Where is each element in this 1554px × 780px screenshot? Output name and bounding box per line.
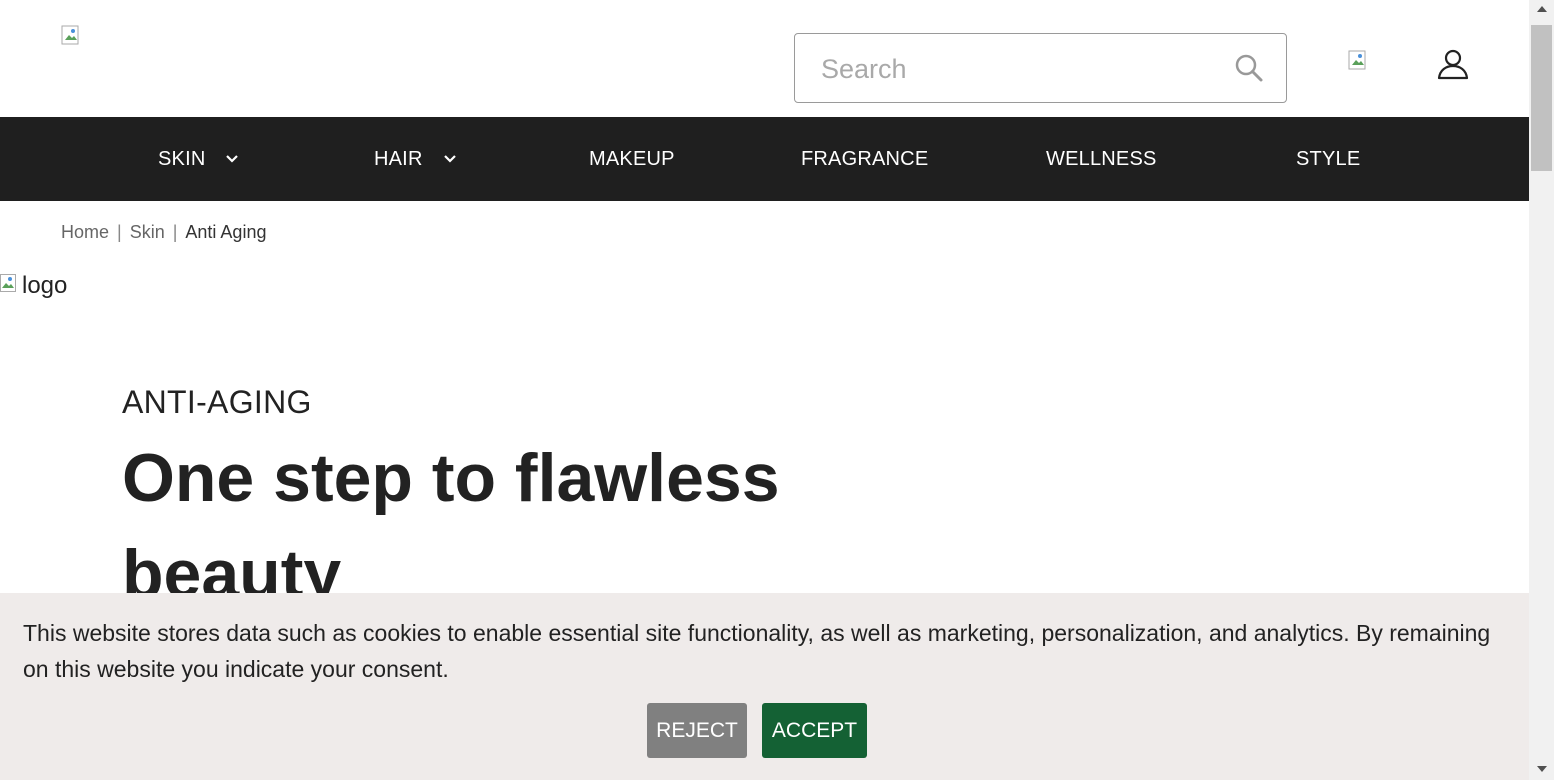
breadcrumb-separator: | xyxy=(172,222,178,242)
category-eyebrow: ANTI-AGING xyxy=(122,384,312,420)
nav-item-label: SKIN xyxy=(158,147,206,170)
nav-item-style[interactable]: STYLE xyxy=(1296,117,1360,201)
breadcrumb-skin[interactable]: Skin xyxy=(130,222,165,243)
search-input[interactable] xyxy=(819,34,1223,104)
nav-item-skin[interactable]: SKIN xyxy=(158,117,239,201)
vertical-scrollbar[interactable] xyxy=(1529,0,1554,780)
nav-item-hair[interactable]: HAIR xyxy=(374,117,457,201)
search-icon[interactable] xyxy=(1234,53,1264,83)
nav-item-label: WELLNESS xyxy=(1046,147,1157,170)
user-icon[interactable] xyxy=(1437,48,1469,80)
scroll-up-arrow-icon[interactable] xyxy=(1537,6,1547,12)
broken-image-icon[interactable] xyxy=(1348,50,1372,72)
breadcrumb: Home | Skin | Anti Aging xyxy=(61,222,266,243)
page: SKIN HAIR MAKEUP FRAGRANCE WELLNESS STYL… xyxy=(0,0,1529,780)
scroll-down-arrow-icon[interactable] xyxy=(1537,766,1547,772)
breadcrumb-current: Anti Aging xyxy=(185,222,267,242)
nav-item-wellness[interactable]: WELLNESS xyxy=(1046,117,1157,201)
breadcrumb-separator: | xyxy=(117,222,122,242)
nav-item-label: MAKEUP xyxy=(589,147,675,170)
content-logo: logo xyxy=(0,272,67,300)
breadcrumb-home[interactable]: Home xyxy=(61,222,109,243)
nav-item-makeup[interactable]: MAKEUP xyxy=(589,117,675,201)
broken-image-icon xyxy=(0,274,16,292)
nav-item-fragrance[interactable]: FRAGRANCE xyxy=(801,117,928,201)
brand-logo-broken-image-icon[interactable] xyxy=(61,25,85,47)
chevron-down-icon xyxy=(226,155,239,163)
nav-item-label: STYLE xyxy=(1296,147,1361,170)
cookie-banner: This website stores data such as cookies… xyxy=(0,593,1529,780)
site-header xyxy=(0,0,1529,117)
accept-button[interactable]: ACCEPT xyxy=(762,703,867,758)
scroll-thumb[interactable] xyxy=(1531,25,1552,171)
nav-item-label: FRAGRANCE xyxy=(801,147,929,170)
chevron-down-icon xyxy=(443,155,456,163)
search-box xyxy=(794,33,1287,104)
cookie-message: This website stores data such as cookies… xyxy=(23,620,1491,682)
logo-alt-text: logo xyxy=(22,272,68,299)
main-nav: SKIN HAIR MAKEUP FRAGRANCE WELLNESS STYL… xyxy=(0,117,1529,201)
nav-item-label: HAIR xyxy=(374,147,423,170)
reject-button[interactable]: REJECT xyxy=(647,703,747,758)
